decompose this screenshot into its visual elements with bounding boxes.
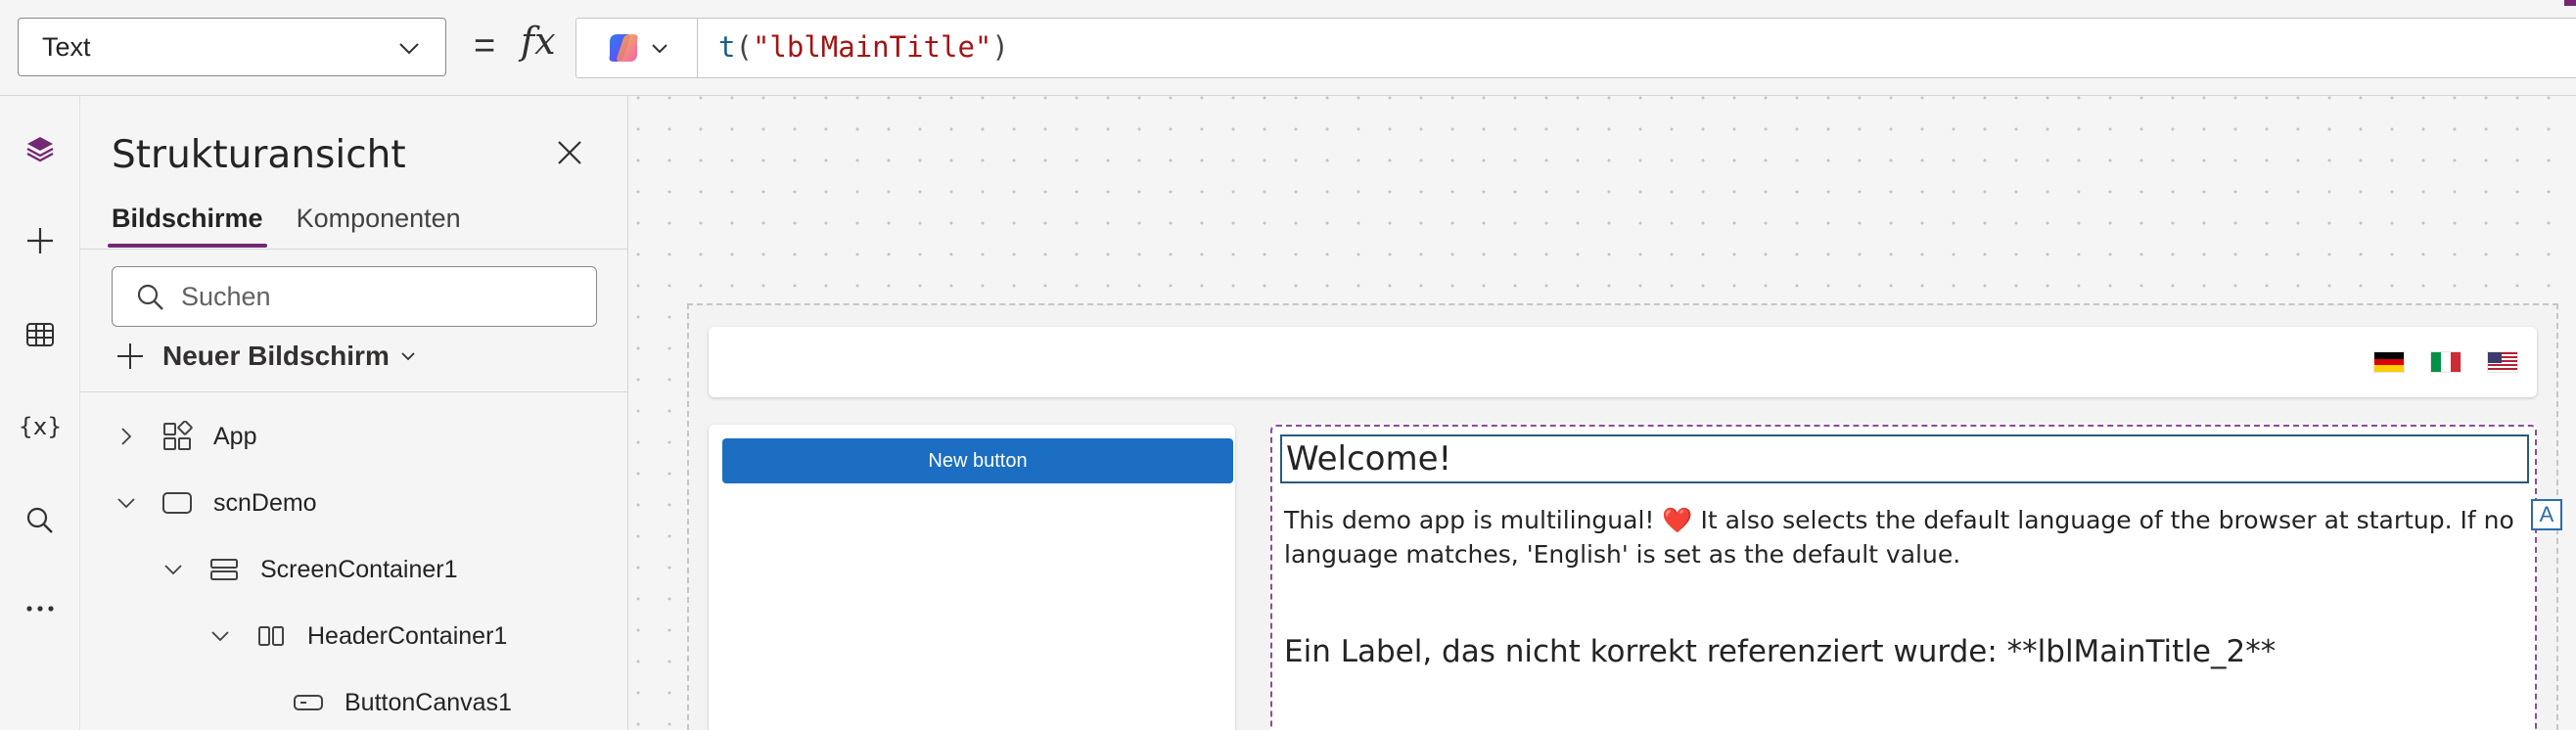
description-text: This demo app is multilingual! <box>1284 506 1663 534</box>
search-input[interactable] <box>181 281 596 312</box>
chevron-right-icon[interactable] <box>115 426 137 447</box>
tree-item-button[interactable]: ButtonCanvas1 <box>292 683 512 722</box>
plus-icon <box>27 228 53 253</box>
left-rail: {x} <box>0 96 80 730</box>
tree-item-screen[interactable]: scnDemo <box>115 483 317 523</box>
tree-item-label: scnDemo <box>213 488 317 517</box>
divider <box>80 249 628 250</box>
chevron-down-icon[interactable] <box>209 625 231 647</box>
horizontal-container-icon <box>254 619 288 653</box>
screen-icon <box>161 486 194 520</box>
search-button[interactable] <box>11 491 69 550</box>
search-icon <box>26 507 53 533</box>
tree-tabs: Bildschirme Komponenten <box>108 204 461 248</box>
chevron-down-icon <box>399 43 419 55</box>
app-screen[interactable]: New button Welcome! This demo app is mul… <box>687 303 2558 730</box>
sidebar-container[interactable]: New button <box>709 425 1235 730</box>
tree-item-header-container[interactable]: HeaderContainer1 <box>209 616 507 656</box>
accent-corner <box>2564 0 2576 6</box>
more-icon <box>26 606 54 612</box>
layers-icon <box>26 137 54 162</box>
flag-usa-icon[interactable] <box>2488 352 2517 372</box>
new-button[interactable]: New button <box>722 438 1233 483</box>
vertical-container-icon <box>207 553 241 586</box>
formula-function: t <box>718 30 736 64</box>
description-label[interactable]: This demo app is multilingual! ❤️ It als… <box>1284 503 2523 571</box>
tree-item-label: App <box>213 422 257 450</box>
copilot-button[interactable] <box>576 19 698 77</box>
chevron-down-icon[interactable] <box>115 492 137 514</box>
chevron-down-icon <box>401 352 415 361</box>
tree-item-label: ScreenContainer1 <box>260 555 458 583</box>
chevron-down-icon[interactable] <box>162 559 184 580</box>
formula-open-paren: ( <box>735 30 753 64</box>
tree-item-app[interactable]: App <box>115 417 256 456</box>
tree-item-label: HeaderContainer1 <box>307 621 508 650</box>
plus-icon <box>117 343 143 369</box>
tree-item-label: ButtonCanvas1 <box>345 688 512 716</box>
formula-input[interactable]: t("lblMainTitle") <box>575 18 2576 78</box>
main-container[interactable]: Welcome! This demo app is multilingual! … <box>1270 425 2537 730</box>
new-screen-button[interactable]: Neuer Bildschirm <box>115 341 417 372</box>
search-icon <box>137 284 163 310</box>
copilot-icon <box>609 34 637 62</box>
tab-components[interactable]: Komponenten <box>297 204 461 248</box>
flag-italy-icon[interactable] <box>2431 352 2461 372</box>
tree-item-screen-container[interactable]: ScreenContainer1 <box>162 550 458 589</box>
variables-button[interactable]: {x} <box>11 397 69 456</box>
unreferenced-label[interactable]: Ein Label, das nicht korrekt referenzier… <box>1284 634 2276 669</box>
search-field[interactable] <box>112 266 597 327</box>
data-button[interactable] <box>11 305 69 364</box>
insert-button[interactable] <box>11 211 69 270</box>
tree-view-button[interactable] <box>11 119 69 178</box>
tab-screens[interactable]: Bildschirme <box>108 204 267 248</box>
button-icon <box>292 686 325 719</box>
language-flags <box>2374 352 2517 373</box>
tree-view-panel: Strukturansicht Bildschirme Komponenten … <box>80 96 628 730</box>
text-edit-handle[interactable]: A <box>2531 499 2562 530</box>
header-container[interactable] <box>709 327 2537 397</box>
chevron-down-icon <box>651 44 667 54</box>
more-button[interactable] <box>11 579 69 638</box>
divider <box>80 391 628 392</box>
app-icon <box>161 420 194 453</box>
main-title-label[interactable]: Welcome! <box>1280 434 2529 483</box>
design-canvas[interactable]: New button Welcome! This demo app is mul… <box>628 96 2576 730</box>
property-value: Text <box>42 31 91 62</box>
formula-text: t("lblMainTitle") <box>718 30 1009 64</box>
fx-icon[interactable]: fx <box>521 20 556 63</box>
table-icon <box>26 323 54 346</box>
variables-icon: {x} <box>18 413 63 440</box>
formula-string: "lblMainTitle" <box>752 30 992 64</box>
heart-icon: ❤️ <box>1662 506 1693 534</box>
close-button[interactable] <box>550 133 589 172</box>
formula-close-paren: ) <box>991 30 1009 64</box>
flag-germany-icon[interactable] <box>2374 352 2404 373</box>
close-icon <box>558 141 581 164</box>
equals-sign: = <box>474 25 496 67</box>
new-screen-label: Neuer Bildschirm <box>162 341 390 371</box>
panel-title: Strukturansicht <box>112 133 406 177</box>
formula-bar: Text = fx t("lblMainTitle") <box>0 0 2576 96</box>
property-dropdown[interactable]: Text <box>18 18 446 76</box>
